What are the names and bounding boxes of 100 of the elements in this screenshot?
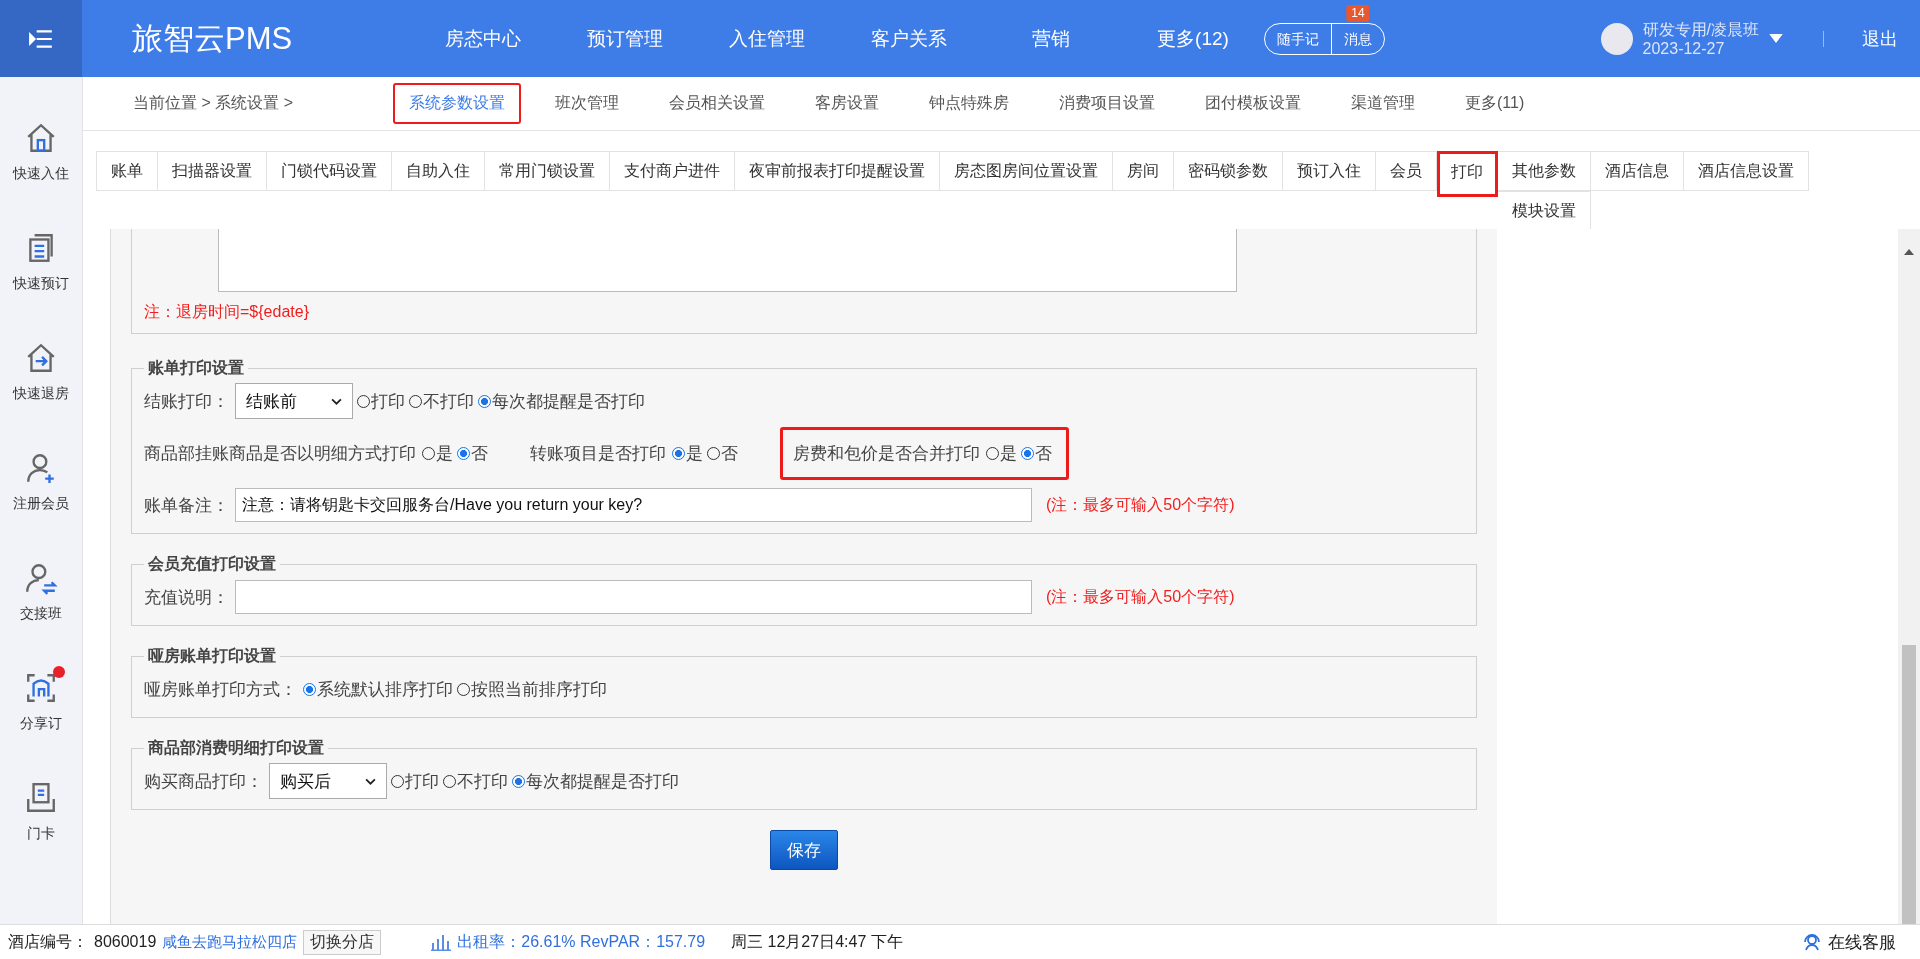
section-title: 会员充值打印设置 [147,554,277,574]
tab[interactable]: 渠道管理 [1335,83,1431,124]
bar-chart-icon [431,933,452,951]
date-text: 2023-12-27 [1642,38,1726,58]
tab[interactable]: 自助入住 [392,151,485,191]
tab[interactable]: 系统参数设置 [393,83,521,124]
field-label: 转账项目是否打印 [530,442,666,465]
section-title: 账单打印设置 [147,358,245,378]
tab[interactable]: 门锁代码设置 [267,151,392,191]
radio-option[interactable]: 否 [457,441,488,465]
nav-link[interactable]: 客户关系 [838,25,980,52]
radio-option[interactable]: 不打印 [409,389,474,413]
text-field[interactable]: 注意：请将钥匙卡交回服务台/Have you return your key? [235,488,1032,522]
section-title: 商品部消费明细打印设置 [147,738,325,758]
hint-text: 注：退房时间=${edate} [144,302,310,322]
save-button[interactable]: 保存 [770,830,838,870]
tab[interactable]: 模块设置 [1498,191,1591,231]
sidebar-item[interactable]: 快速预订 [8,225,74,293]
sidebar-item[interactable]: 快速退房 [8,335,74,403]
tab[interactable]: 扫描器设置 [158,151,267,191]
tab[interactable]: 客房设置 [799,83,895,124]
tab[interactable]: 房间 [1113,151,1174,191]
tab[interactable]: 预订入住 [1283,151,1376,191]
tab[interactable]: 会员相关设置 [653,83,781,124]
tab[interactable]: 夜审前报表打印提醒设置 [735,151,940,191]
radio-button[interactable] [672,446,685,460]
radio-option[interactable]: 否 [707,441,738,465]
headset-icon [1802,932,1822,952]
radio-button[interactable] [512,774,525,788]
dropdown[interactable]: 结账前 [235,383,353,419]
field-label: 结账打印： [144,390,229,413]
tab[interactable]: 班次管理 [539,83,635,124]
radio-option[interactable]: 打印 [357,389,405,413]
tab[interactable]: 密码锁参数 [1174,151,1283,191]
nav-link[interactable]: 营销 [980,25,1122,52]
nav-link[interactable]: 预订管理 [554,25,696,52]
radio-option[interactable]: 不打印 [443,769,508,793]
radio-option[interactable]: 是 [422,441,453,465]
scroll-thumb[interactable] [1902,645,1916,924]
text-field[interactable] [235,580,1032,614]
field-label: 商品部挂账商品是否以明细方式打印 [144,442,416,465]
menu-icon [28,27,54,50]
dropdown[interactable]: 购买后 [269,763,387,799]
caret-icon [331,397,342,405]
occupancy-text: 出租率：26.61% RevPAR：157.79 [457,931,706,952]
radio-option[interactable]: 是 [672,441,703,465]
printer-icon [24,781,58,815]
count-badge: 14 [1346,4,1370,22]
sidebar-item[interactable]: 门卡 [8,775,74,843]
tab[interactable]: 消费项目设置 [1043,83,1171,124]
section-title: 哑房账单打印设置 [147,646,277,666]
caret-icon [365,777,376,785]
support-link[interactable]: 在线客服 [1828,930,1896,954]
logout-link[interactable]: 退出 [1862,26,1898,51]
tab[interactable]: 团付模板设置 [1189,83,1317,124]
tab[interactable]: 其他参数 [1498,151,1591,191]
radio-option[interactable]: 否 [1021,441,1052,465]
tab[interactable]: 会员 [1376,151,1437,191]
radio-option[interactable]: 每次都提醒是否打印 [478,389,645,413]
radio-option[interactable]: 系统默认排序打印 [303,677,453,701]
tab[interactable]: 打印 [1437,151,1498,197]
caret-icon[interactable] [1769,34,1783,43]
nav-link[interactable]: 房态中心 [412,25,554,52]
menu-button[interactable] [0,0,82,77]
sidebar-item[interactable]: 交接班 [8,555,74,623]
tab[interactable]: 支付商户进件 [610,151,735,191]
scrollbar[interactable] [1898,229,1920,924]
scan-icon [24,671,58,705]
nav-link[interactable]: 更多(12) [1122,25,1264,52]
notes-button[interactable]: 随手记 [1265,23,1331,54]
user-swap-icon [24,561,58,595]
tab[interactable]: 房态图房间位置设置 [940,151,1113,191]
radio-option[interactable]: 是 [986,441,1017,465]
radio-button[interactable] [303,682,316,696]
hint-text: (注：最多可输入50个字符) [1046,494,1235,515]
sidebar-item[interactable]: 分享订 [8,665,74,733]
hotel-name-link[interactable]: 咸鱼去跑马拉松四店 [162,932,298,952]
field-label: 房费和包价是否合并打印 [793,442,980,465]
field-label: 购买商品打印： [144,770,263,793]
avatar [1600,22,1633,55]
hotel-code-label: 酒店编号： [8,931,88,952]
hotel-code: 8060019 [94,933,157,951]
nav-link[interactable]: 入住管理 [696,25,838,52]
tab[interactable]: 钟点特殊房 [913,83,1025,124]
tab[interactable]: 酒店信息设置 [1684,151,1809,191]
radio-option[interactable]: 每次都提醒是否打印 [512,769,679,793]
tab[interactable]: 常用门锁设置 [485,151,610,191]
switch-branch-button[interactable]: 切换分店 [303,929,382,955]
field-label: 充值说明： [144,586,229,609]
sidebar-item[interactable]: 注册会员 [8,445,74,513]
tab[interactable]: 账单 [96,151,158,191]
radio-button[interactable] [1021,446,1034,460]
radio-button[interactable] [457,446,470,460]
scroll-up-icon[interactable] [1904,249,1914,255]
radio-button[interactable] [478,394,491,408]
tab[interactable]: 酒店信息 [1591,151,1684,191]
sidebar-item[interactable]: 快速入住 [8,115,74,183]
tab[interactable]: 更多(11) [1449,83,1541,124]
radio-option[interactable]: 按照当前排序打印 [457,677,607,701]
radio-option[interactable]: 打印 [391,769,439,793]
